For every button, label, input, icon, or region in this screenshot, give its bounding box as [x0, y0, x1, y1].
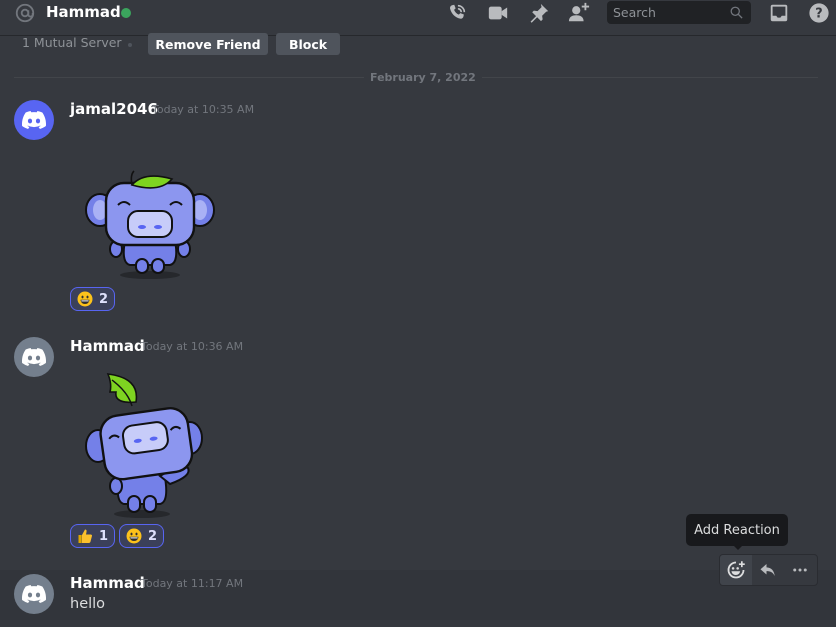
date-divider-label: February 7, 2022 [364, 71, 482, 84]
search-icon [730, 6, 743, 19]
discord-logo-icon [22, 585, 46, 603]
wumpus-sticker[interactable] [80, 372, 210, 520]
reaction-grinning-face[interactable]: 2 [70, 287, 116, 311]
grinning-face-icon [126, 528, 142, 544]
channel-header: Hammad ? [0, 0, 836, 30]
message-action-bar [719, 554, 818, 586]
reaction-count: 2 [148, 528, 158, 544]
search-input[interactable] [607, 1, 727, 24]
inbox-icon[interactable] [768, 2, 790, 24]
reaction-count: 2 [99, 291, 109, 307]
message-author[interactable]: jamal2046 [70, 100, 158, 118]
wumpus-sticker[interactable] [80, 165, 220, 283]
add-reaction-icon [727, 561, 745, 579]
avatar[interactable] [14, 337, 54, 377]
add-reaction-button[interactable] [720, 555, 752, 585]
reply-icon [760, 564, 775, 576]
message-author[interactable]: Hammad [70, 574, 145, 592]
tooltip-arrow [733, 545, 743, 550]
start-video-call-icon[interactable] [487, 2, 509, 24]
message-timestamp: Today at 10:35 AM [152, 103, 255, 116]
help-icon[interactable]: ? [808, 2, 830, 24]
discord-logo-icon [22, 348, 46, 366]
more-options-icon [793, 568, 807, 572]
svg-text:?: ? [815, 7, 822, 22]
reaction-thumbs-up[interactable]: 1 [70, 524, 116, 548]
message-timestamp: Today at 11:17 AM [141, 577, 244, 590]
discord-logo-icon [22, 111, 46, 129]
at-icon [15, 3, 35, 23]
block-button[interactable]: Block [276, 33, 340, 55]
pinned-messages-icon[interactable] [528, 2, 550, 24]
avatar[interactable] [14, 100, 54, 140]
separator-dot [128, 43, 132, 47]
message-content: hello [70, 596, 106, 612]
message-author[interactable]: Hammad [70, 337, 145, 355]
reaction-grinning-face[interactable]: 2 [119, 524, 165, 548]
remove-friend-button[interactable]: Remove Friend [148, 33, 268, 55]
search-box[interactable] [607, 1, 751, 24]
reply-button[interactable] [752, 555, 784, 585]
more-options-button[interactable] [784, 555, 816, 585]
thumbs-up-icon [78, 529, 93, 543]
add-friends-to-dm-icon[interactable] [568, 2, 590, 24]
dm-profile-bar: 1 Mutual Server Remove Friend Block [0, 32, 836, 56]
tooltip: Add Reaction [686, 514, 788, 546]
channel-title: Hammad [46, 3, 121, 21]
start-voice-call-icon[interactable] [446, 2, 468, 24]
reaction-count: 1 [99, 528, 109, 544]
grinning-face-icon [77, 291, 93, 307]
mutual-servers-link[interactable]: 1 Mutual Server [22, 35, 122, 50]
online-status-indicator [121, 8, 131, 18]
avatar[interactable] [14, 574, 54, 614]
message-timestamp: Today at 10:36 AM [141, 340, 244, 353]
